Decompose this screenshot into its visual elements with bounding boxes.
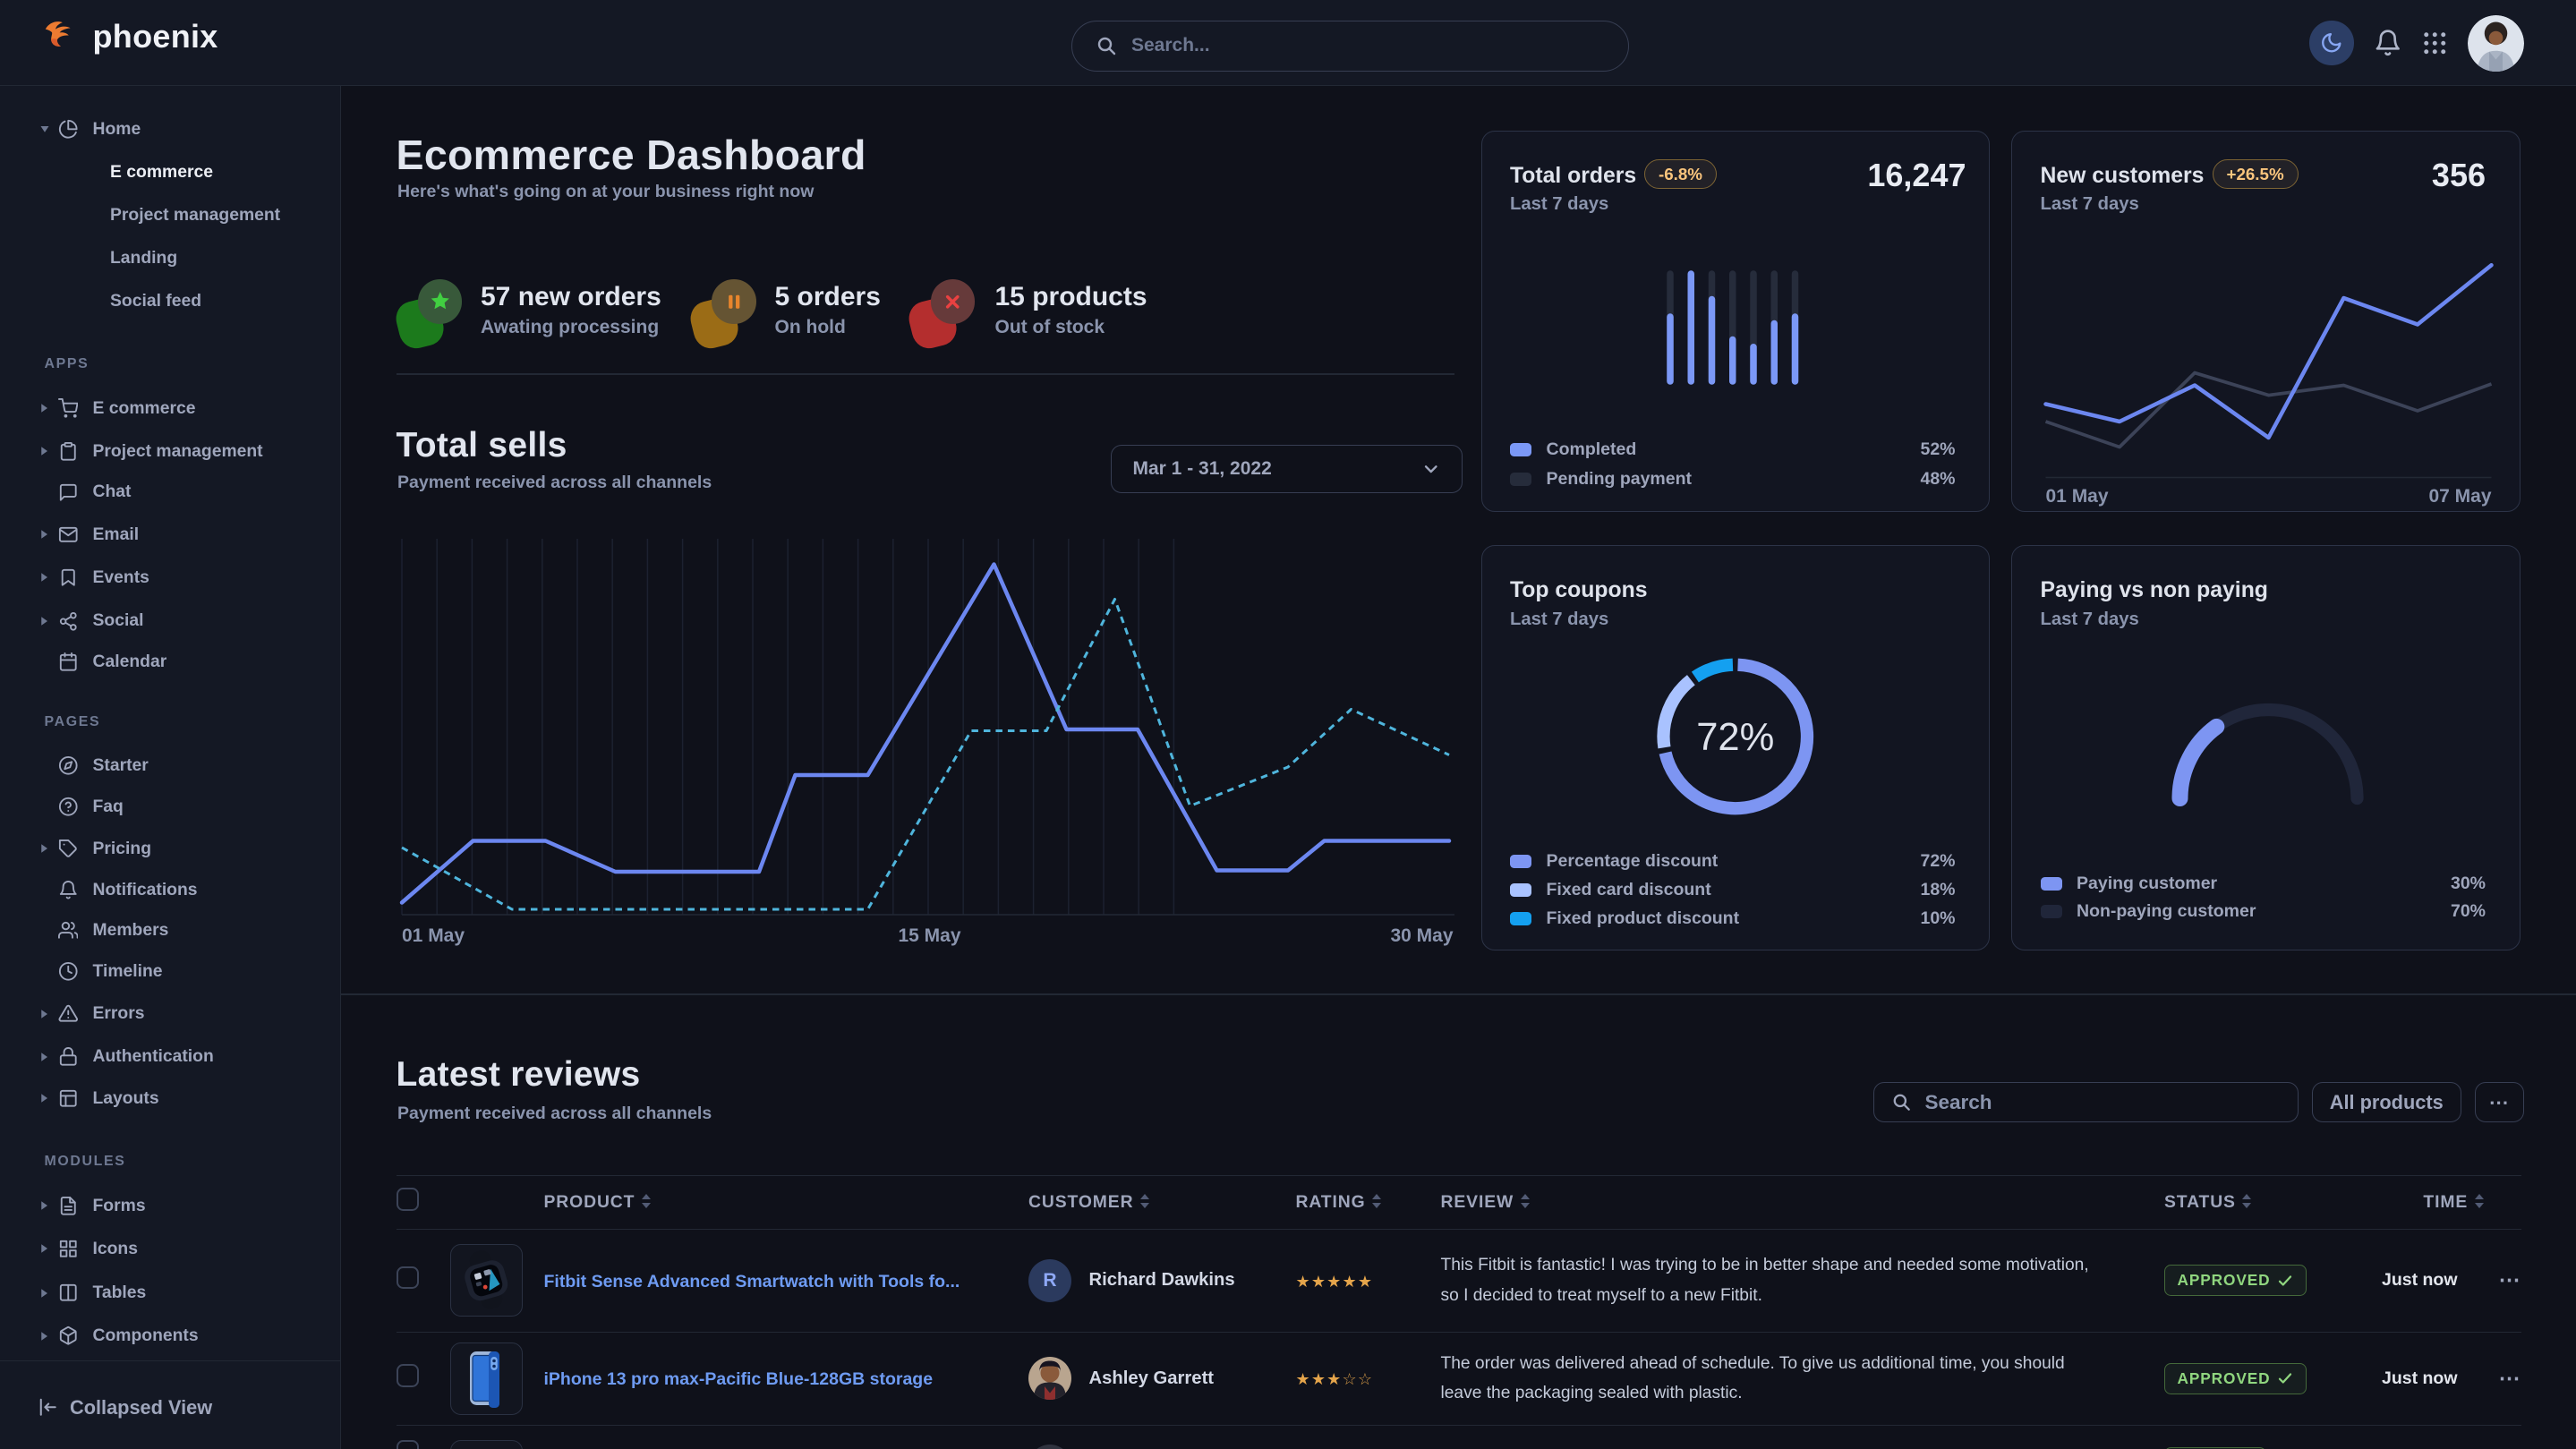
svg-text:15 May: 15 May	[898, 925, 960, 946]
svg-text:01 May: 01 May	[402, 925, 465, 946]
svg-text:72%: 72%	[1696, 716, 1774, 759]
svg-text:30 May: 30 May	[1390, 925, 1453, 946]
svg-text:07 May: 07 May	[2428, 486, 2491, 507]
svg-text:01 May: 01 May	[2046, 486, 2109, 507]
